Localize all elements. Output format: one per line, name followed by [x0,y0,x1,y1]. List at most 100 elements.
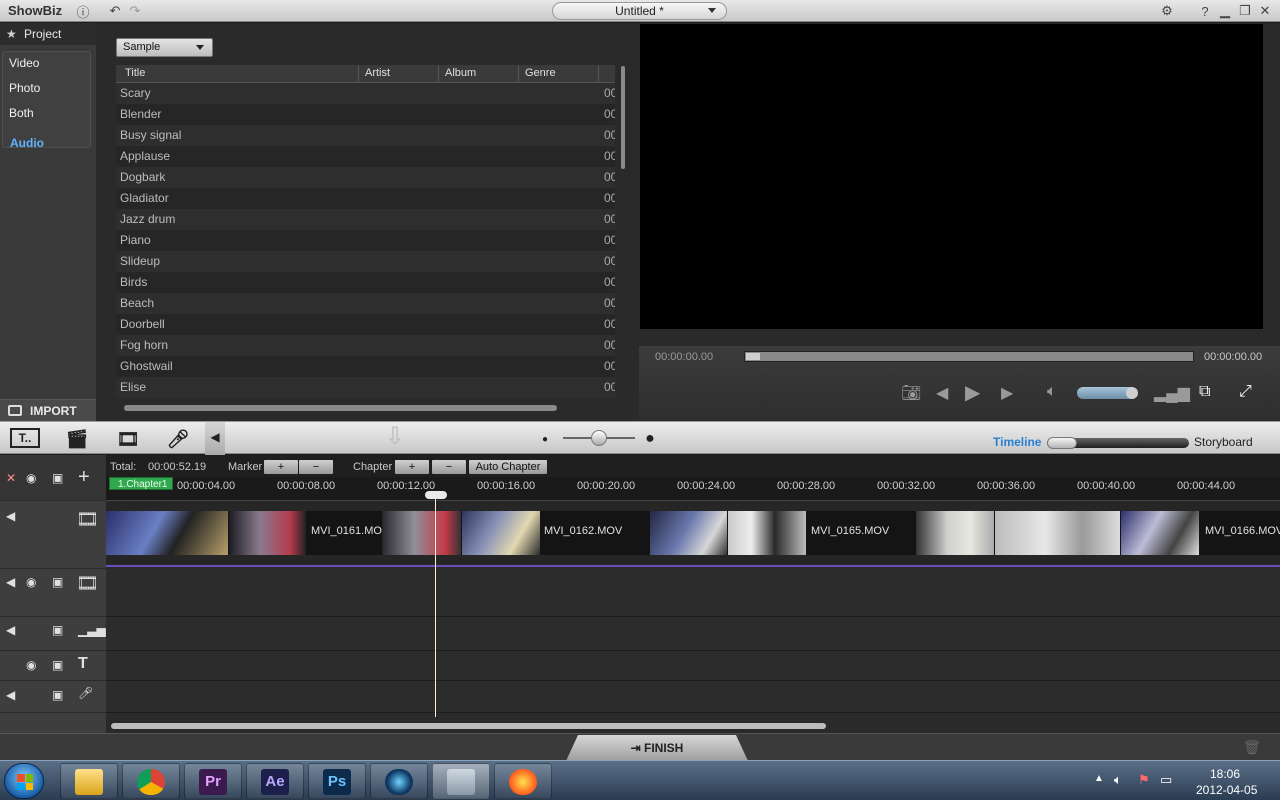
add-chapter-button[interactable]: + [395,460,429,474]
library-row[interactable]: Gladiator 00 [116,188,615,209]
dual-view-icon[interactable]: ⧉ [1199,383,1210,401]
lock-icon[interactable]: ▣ [52,623,63,637]
help-icon[interactable]: ? [1196,2,1214,20]
start-button[interactable] [4,763,44,799]
taskbar-sun-app[interactable] [494,763,552,799]
library-row[interactable]: Busy signal 00 [116,125,615,146]
nav-item-photo[interactable]: Photo [9,81,40,95]
lock-icon[interactable]: ▣ [52,471,63,485]
volume-tray-icon[interactable]: 🔈︎ [1114,772,1122,788]
clock-date[interactable]: 2012-04-05 [1196,783,1257,797]
library-row[interactable]: Applause 00 [116,146,615,167]
mute-all-icon[interactable]: ✕ [6,471,16,485]
nav-item-audio[interactable]: Audio [10,136,44,150]
speaker-icon[interactable]: ◀ [6,509,15,523]
current-timecode[interactable]: 00:00:00.00 [655,351,713,363]
lock-icon[interactable]: ▣ [52,575,63,589]
nav-item-both[interactable]: Both [9,106,34,120]
column-artist[interactable]: Artist [365,67,390,79]
title-track[interactable] [106,651,1280,681]
microphone-icon[interactable]: 🎤︎ [163,426,193,452]
view-toggle-slider[interactable] [1047,437,1189,449]
next-frame-icon[interactable]: ▶ [1001,383,1013,403]
close-icon[interactable]: ✕ [1256,2,1274,20]
document-title-dropdown[interactable]: Untitled * [552,2,727,20]
volume-slider[interactable] [1077,387,1138,399]
zoom-slider[interactable] [563,430,635,446]
fullscreen-icon[interactable]: ⤢ [1239,383,1252,401]
taskbar-camera-app[interactable] [370,763,428,799]
library-row[interactable]: Piano 00 [116,230,615,251]
taskbar-explorer[interactable] [60,763,118,799]
scrubber-handle[interactable] [746,353,760,360]
speaker-icon[interactable]: ◀ [6,623,15,637]
taskbar-photoshop[interactable]: Ps [308,763,366,799]
library-row[interactable]: Beach 00 [116,293,615,314]
library-row[interactable]: Doorbell 00 [116,314,615,335]
library-row[interactable]: Ghostwail 00 [116,356,615,377]
timeline-clip[interactable]: MVI_0166.MOV [916,511,1280,555]
zoom-handle[interactable] [591,430,607,446]
timeline-ruler[interactable]: 1.Chapter1 00:00:04.00 00:00:08.00 00:00… [106,477,1280,501]
import-button[interactable]: IMPORT [0,399,96,421]
title-icon[interactable]: T.. [10,428,40,448]
library-row[interactable]: Scary 00 [116,83,615,104]
view-toggle-handle[interactable] [1047,437,1077,449]
voice-track[interactable] [106,681,1280,713]
overlay-track[interactable] [106,569,1280,617]
speaker-icon[interactable]: ◀ [6,688,15,702]
camera-icon[interactable]: 📷︎ [901,383,921,403]
prev-frame-icon[interactable]: ◀ [936,383,948,403]
column-title[interactable]: Title [125,67,145,79]
timeline-clip[interactable]: MVI_0165.MOV [650,511,916,555]
network-icon[interactable]: ▭ [1160,772,1172,788]
library-row[interactable]: Slideup 00 [116,251,615,272]
eye-icon[interactable]: ◉ [26,575,36,589]
minimize-icon[interactable]: ▁ [1216,2,1234,20]
speaker-icon[interactable]: ◀ [6,575,15,589]
library-row[interactable]: Elise 00 [116,377,615,398]
film-effects-icon[interactable]: 🎞︎ [113,426,143,452]
lock-icon[interactable]: ▣ [52,688,63,702]
column-genre[interactable]: Genre [525,67,556,79]
clapper-icon[interactable]: 🎬︎ [62,426,92,452]
auto-chapter-button[interactable]: Auto Chapter [469,460,547,474]
audio-levels-icon[interactable]: ▂▄▆ [1154,383,1190,403]
column-album[interactable]: Album [445,67,476,79]
gear-icon[interactable]: ⚙ [1158,2,1176,20]
eye-icon[interactable]: ◉ [26,471,36,485]
library-row[interactable]: Blender 00 [116,104,615,125]
restore-icon[interactable]: ❐ [1236,2,1254,20]
volume-handle[interactable] [1126,387,1138,399]
speaker-icon[interactable]: 🔈︎ [1047,383,1057,401]
remove-marker-button[interactable]: − [299,460,333,474]
library-vertical-scrollbar[interactable] [621,66,625,169]
storyboard-view-label[interactable]: Storyboard [1194,435,1253,449]
flag-alert-icon[interactable]: ⚑ [1138,772,1150,788]
taskbar-chrome[interactable] [122,763,180,799]
collapse-arrow-icon[interactable]: ◀ [205,422,225,455]
playhead[interactable] [435,495,436,717]
library-row[interactable]: Birds 00 [116,272,615,293]
lock-icon[interactable]: ▣ [52,658,63,672]
library-row[interactable]: Jazz drum 00 [116,209,615,230]
library-row[interactable]: Fog horn 00 [116,335,615,356]
audio-track[interactable] [106,617,1280,651]
taskbar-showbiz[interactable] [432,763,490,799]
redo-icon[interactable]: ↷ [126,2,144,20]
eye-icon[interactable]: ◉ [26,658,36,672]
playhead-handle[interactable] [425,491,447,499]
add-marker-button[interactable]: + [264,460,298,474]
chapter-marker[interactable]: 1.Chapter1 [109,477,173,490]
add-track-icon[interactable]: + [78,466,90,489]
finish-button[interactable]: ⇥ FINISH [566,735,748,761]
project-header[interactable]: ★ Project [0,23,96,45]
zoom-in-icon[interactable]: ● [642,426,658,452]
preview-scrubber[interactable] [744,351,1194,362]
library-horizontal-scrollbar[interactable] [124,405,557,411]
taskbar-premiere[interactable]: Pr [184,763,242,799]
info-icon[interactable]: ⓘ [74,2,92,20]
zoom-out-icon[interactable]: ● [538,426,552,452]
timeline-clip[interactable]: MVI_0162.MOV [383,511,650,555]
play-icon[interactable]: ▶ [965,380,980,405]
